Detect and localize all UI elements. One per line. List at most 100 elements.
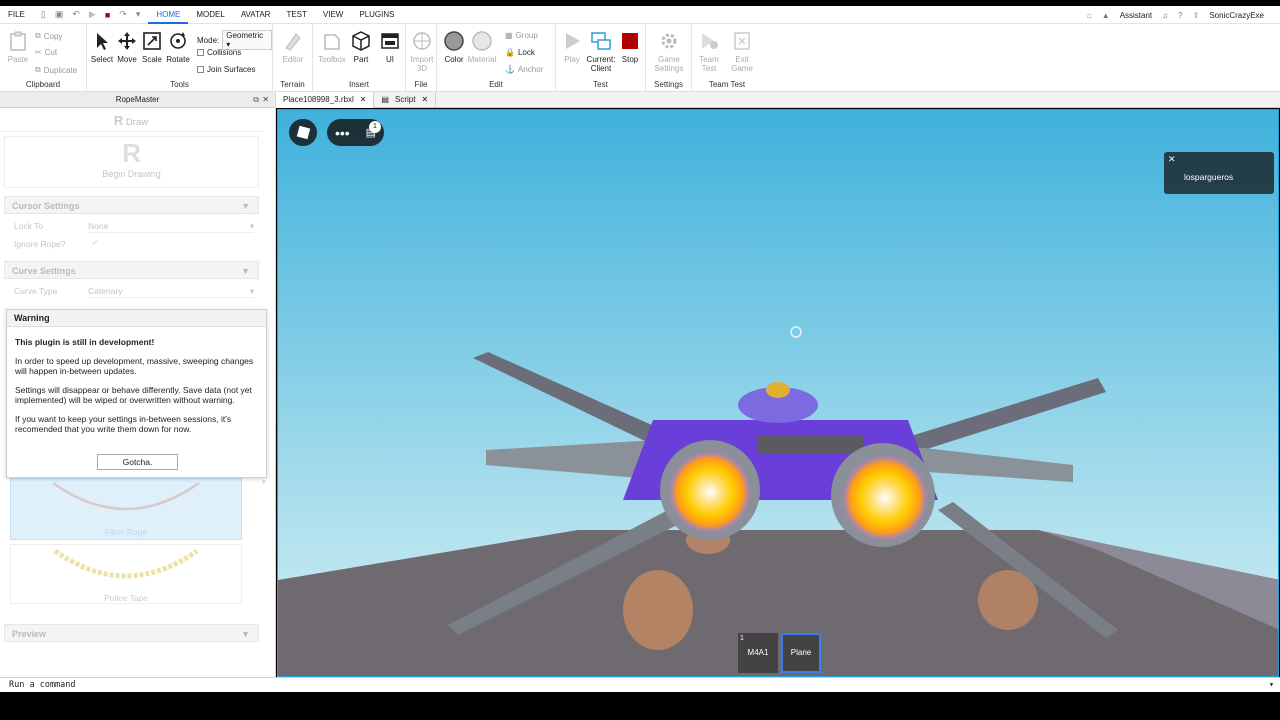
play-button[interactable]: Play — [557, 30, 587, 64]
close-icon[interactable]: ✕ — [1168, 154, 1176, 165]
panel-title: RopeMaster — [115, 95, 160, 104]
help-icon[interactable]: ? — [1178, 11, 1182, 20]
exit-game-button[interactable]: Exit Game — [727, 30, 757, 73]
paste-button[interactable]: Paste — [3, 30, 33, 64]
gotcha-button[interactable]: Gotcha. — [97, 454, 178, 470]
close-icon[interactable]: ✕ — [421, 92, 428, 108]
popout-icon[interactable]: ⧉ — [253, 92, 259, 108]
lock-button[interactable]: 🔒 Lock — [505, 48, 535, 57]
command-bar[interactable]: Run a command ▾ — [0, 677, 1280, 692]
hotbar-slot-plane[interactable]: Plane — [781, 633, 821, 673]
username[interactable]: SonicCrazyExe — [1209, 11, 1264, 20]
customize-icon[interactable]: ▾ — [136, 9, 141, 20]
tab-home[interactable]: HOME — [148, 6, 189, 24]
more-options-icon[interactable]: ••• — [335, 126, 350, 140]
duplicate-button[interactable]: ⧉ Duplicate — [35, 65, 77, 75]
warning-paragraph: If you want to keep your settings in-bet… — [15, 414, 232, 434]
fiber-rope-preview — [52, 481, 200, 511]
client-server-icon — [591, 32, 611, 50]
mode-dropdown[interactable]: Geometric ▾ — [222, 30, 272, 50]
copy-icon: ⧉ — [35, 31, 41, 40]
new-file-icon[interactable]: ▯ — [41, 9, 46, 20]
team-test-group: Team Test Exit Game Team Test — [692, 24, 762, 92]
tab-test[interactable]: TEST — [278, 6, 314, 24]
close-icon[interactable]: ✕ — [360, 92, 367, 108]
toolbox-button[interactable]: Toolbox — [317, 30, 347, 64]
material-button[interactable]: Material — [467, 30, 497, 64]
team-test-button[interactable]: Team Test — [694, 30, 724, 73]
curve-settings-section[interactable]: Curve Settings ▼ — [4, 261, 259, 279]
mode-row: Mode: Geometric ▾ — [197, 30, 272, 50]
rope-option-fiber-rope[interactable]: Fiber Rope — [10, 478, 242, 540]
draw-tab[interactable]: R Draw — [0, 110, 262, 132]
ignore-rope-label: Ignore Rope? — [14, 239, 66, 249]
begin-drawing-button[interactable]: R Begin Drawing — [4, 136, 259, 188]
warning-dialog: Warning This plugin is still in developm… — [6, 309, 267, 478]
cut-button[interactable]: ✂ Cut — [35, 48, 57, 57]
play-icon[interactable]: ▶ — [89, 9, 96, 20]
share-icon[interactable]: ⇧ — [1193, 11, 1200, 20]
ignore-rope-checkbox[interactable]: ✓ — [91, 238, 99, 249]
document-tab-bar: Place108998_3.rbxl ✕ ▤ Script ✕ — [276, 92, 1280, 108]
rope-option-police-tape[interactable]: Police Tape — [10, 544, 242, 604]
duplicate-icon: ⧉ — [35, 65, 41, 74]
assistant-icon[interactable]: ▲ — [1102, 11, 1110, 20]
stop-icon[interactable]: ■ — [105, 10, 110, 20]
join-surfaces-toggle[interactable]: Join Surfaces — [197, 65, 255, 74]
assistant-button[interactable]: Assistant — [1120, 11, 1152, 20]
command-input[interactable]: Run a command — [9, 680, 76, 690]
save-icon[interactable]: ▣ — [55, 9, 64, 20]
terrain-editor-button[interactable]: Editor — [278, 30, 308, 64]
undo-icon[interactable]: ↶ — [72, 9, 80, 20]
rotate-icon — [170, 32, 186, 49]
tab-place-file[interactable]: Place108998_3.rbxl ✕ — [276, 92, 375, 108]
panel-header: RopeMaster ⧉ ✕ — [0, 92, 275, 108]
close-icon[interactable]: ✕ — [262, 92, 269, 108]
cloud-icon[interactable]: ⌂ — [1087, 11, 1092, 20]
roblox-logo-icon — [296, 125, 310, 140]
notification-bell-icon[interactable]: ♫ — [1162, 11, 1168, 20]
ui-button[interactable]: UI — [375, 30, 405, 64]
smoke-puff — [623, 570, 693, 650]
tab-avatar[interactable]: AVATAR — [233, 6, 279, 24]
tab-view[interactable]: VIEW — [315, 6, 351, 24]
tab-model[interactable]: MODEL — [188, 6, 232, 24]
import-3d-button[interactable]: Import 3D — [407, 30, 437, 73]
checkbox-icon — [197, 49, 204, 56]
curve-type-dropdown[interactable]: Catenary ▾ — [88, 286, 254, 298]
menu-file[interactable]: FILE — [0, 6, 33, 24]
engine-exhaust-glow — [668, 450, 752, 534]
current-client-button[interactable]: Current: Client — [586, 30, 616, 73]
cursor-arrow-icon — [97, 33, 108, 50]
warning-title: Warning — [7, 310, 266, 327]
stop-icon — [622, 33, 638, 49]
redo-icon[interactable]: ↷ — [119, 9, 127, 20]
game-viewport[interactable]: ••• ▤ 1 ✕ lospargueros 1 M4A1 Plane — [277, 109, 1279, 677]
rotate-button[interactable]: Rotate — [163, 30, 193, 64]
panel-scrollbar[interactable]: ▾ — [262, 478, 270, 638]
stop-button[interactable]: Stop — [615, 30, 645, 64]
lock-to-dropdown[interactable]: None ▾ — [88, 221, 254, 233]
player-join-notification: ✕ lospargueros — [1164, 152, 1274, 194]
notification-username: lospargueros — [1184, 172, 1234, 182]
copy-button[interactable]: ⧉ Copy — [35, 31, 62, 41]
hotbar-slot-name: Plane — [790, 648, 812, 657]
game-settings-button[interactable]: Game Settings — [654, 30, 684, 73]
tab-plugins[interactable]: PLUGINS — [351, 6, 402, 24]
edit-group: Color Material ▦ Group 🔒 Lock ⚓ Anchor Edit — [437, 24, 556, 92]
hotbar-slot-m4a1[interactable]: 1 M4A1 — [738, 633, 778, 673]
part-button[interactable]: Part — [346, 30, 376, 64]
scale-icon — [143, 32, 161, 50]
group-button[interactable]: ▦ Group — [505, 31, 538, 40]
collisions-toggle[interactable]: Collisions — [197, 48, 241, 57]
chat-notification-badge: 1 — [369, 121, 381, 133]
anchor-button[interactable]: ⚓ Anchor — [505, 65, 543, 74]
top-right-area: ⌂ ▲ Assistant ♫ ? ⇧ SonicCrazyExe — [1087, 6, 1264, 24]
police-tape-label: Police Tape — [104, 593, 148, 603]
tab-script[interactable]: ▤ Script ✕ — [374, 92, 437, 108]
roblox-menu-button[interactable] — [289, 119, 317, 146]
cursor-settings-section[interactable]: Cursor Settings ▼ — [4, 196, 259, 214]
preview-section[interactable]: Preview ▼ — [4, 624, 259, 642]
color-button[interactable]: Color — [439, 30, 469, 64]
chevron-down-icon[interactable]: ▾ — [1269, 678, 1274, 692]
